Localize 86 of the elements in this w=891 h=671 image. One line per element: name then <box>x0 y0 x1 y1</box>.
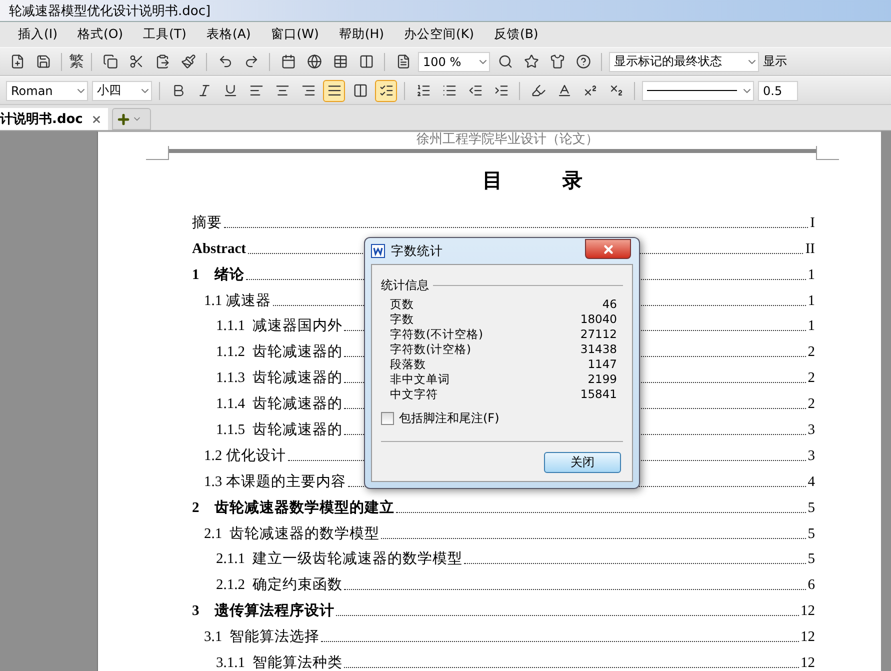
page-number: 1 <box>808 292 815 310</box>
toc-entry: 2.1.2 确定约束函数 <box>216 576 342 594</box>
stat-label: 页数 <box>390 297 414 312</box>
menu-item[interactable]: 插入(I) <box>18 26 58 43</box>
document-tab[interactable]: 计说明书.doc <box>0 108 108 130</box>
menu-item[interactable]: 窗口(W) <box>270 26 319 43</box>
page-number: 2 <box>808 344 815 362</box>
close-button[interactable] <box>585 239 631 259</box>
group-label: 统计信息 <box>381 277 429 294</box>
toc-entry: 3 遗传算法程序设计 <box>192 602 334 620</box>
footnotes-checkbox[interactable] <box>381 412 394 425</box>
toc-entry: 1.1.2 齿轮减速器的 <box>216 343 342 362</box>
menu-item[interactable]: 帮助(H) <box>338 26 384 43</box>
page-number: 12 <box>800 655 815 671</box>
menu-item[interactable]: 办公空间(K) <box>404 26 474 43</box>
toc-entry: 2 齿轮减速器数学模型的建立 <box>192 498 394 517</box>
line-width-field[interactable]: 0.5 <box>758 80 798 100</box>
stat-label: 字符数(计空格) <box>390 342 471 357</box>
close-dialog-button[interactable]: 关闭 <box>544 452 621 473</box>
toc-entry: 1.1.5 齿轮减速器的 <box>216 421 342 440</box>
page-number: II <box>805 240 815 258</box>
stat-label: 中文字符 <box>390 387 438 402</box>
toc-entry: 2.1 齿轮减速器的数学模型 <box>204 524 380 543</box>
close-icon <box>90 114 102 124</box>
font-size-dropdown[interactable]: 小四 <box>92 80 152 100</box>
toc-entry: 1.3 本课题的主要内容 <box>204 472 346 491</box>
plus-icon <box>116 112 131 126</box>
line-style-dropdown[interactable] <box>642 80 754 100</box>
toc-title: 目 录 <box>482 169 584 194</box>
page-number: I <box>810 214 815 232</box>
traditional-chinese-button[interactable]: 繁 <box>69 52 84 71</box>
header-corner-mark <box>816 146 839 160</box>
page-number: 4 <box>808 474 815 491</box>
page-number: 2 <box>808 396 815 414</box>
toc-entry: 1.1.3 齿轮减速器的 <box>216 369 342 388</box>
toc-entry: 摘要 <box>192 214 222 232</box>
stat-value: 27112 <box>580 327 617 342</box>
stat-label: 字数 <box>390 312 414 327</box>
zoom-dropdown[interactable]: 100 % <box>418 52 490 72</box>
stat-label: 非中文单词 <box>390 372 450 387</box>
page-number: 3 <box>808 448 815 465</box>
menu-item[interactable]: 表格(A) <box>206 26 251 43</box>
toc-entry: 3.1 智能算法选择 <box>204 628 320 646</box>
line-sample-icon <box>647 90 737 92</box>
menu-item[interactable]: 反馈(B) <box>494 26 538 43</box>
toc-entry: Abstract <box>192 240 246 258</box>
dialog-title: 字数统计 <box>391 242 443 260</box>
page-number: 6 <box>808 577 815 594</box>
close-icon <box>602 242 614 256</box>
stat-value: 18040 <box>580 312 617 327</box>
stat-label: 段落数 <box>390 357 426 372</box>
page-number: 3 <box>808 422 815 440</box>
stat-value: 1147 <box>588 357 617 372</box>
page-number: 5 <box>808 526 815 543</box>
stat-value: 46 <box>602 297 617 312</box>
page-number: 5 <box>808 500 815 517</box>
show-button[interactable]: 显示 <box>763 53 787 70</box>
new-tab-button[interactable] <box>112 108 151 130</box>
toc-entry: 3.1.1 智能算法种类 <box>216 654 342 671</box>
page-number: 1 <box>808 266 815 284</box>
page-number: 12 <box>800 603 815 620</box>
menu-item[interactable]: 工具(T) <box>143 26 186 43</box>
stat-value: 2199 <box>588 372 617 387</box>
window-title: 轮减速器模型优化设计说明书.doc] <box>9 2 211 20</box>
toc-entry: 2.1.1 建立一级齿轮减速器的数学模型 <box>216 550 462 568</box>
markup-view-dropdown[interactable]: 显示标记的最终状态 <box>609 52 759 72</box>
page-number: 5 <box>808 551 815 568</box>
app-logo-icon <box>371 244 385 258</box>
checkbox-label: 包括脚注和尾注(F) <box>399 410 500 427</box>
stat-value: 31438 <box>580 342 617 357</box>
toc-entry: 1.2 优化设计 <box>204 446 286 465</box>
stat-value: 15841 <box>580 387 617 402</box>
page-number: 12 <box>800 629 815 646</box>
toc-entry: 1.1.1 减速器国内外 <box>216 317 342 336</box>
page-number: 2 <box>808 370 815 388</box>
justify-icon[interactable] <box>323 80 345 102</box>
toc-entry: 1.1 减速器 <box>204 292 271 310</box>
toc-entry: 1.1.4 齿轮减速器的 <box>216 395 342 414</box>
page-header: 徐州工程学院毕业设计（论文） <box>416 132 600 147</box>
stat-label: 字符数(不计空格) <box>390 327 483 342</box>
toc-entry: 1 绪论 <box>192 266 244 284</box>
menu-item[interactable]: 格式(O) <box>77 26 124 43</box>
line-spacing-icon[interactable] <box>375 80 397 102</box>
font-dropdown[interactable]: Roman <box>6 80 88 100</box>
page-number: 1 <box>808 318 815 336</box>
header-corner-mark <box>146 146 169 160</box>
